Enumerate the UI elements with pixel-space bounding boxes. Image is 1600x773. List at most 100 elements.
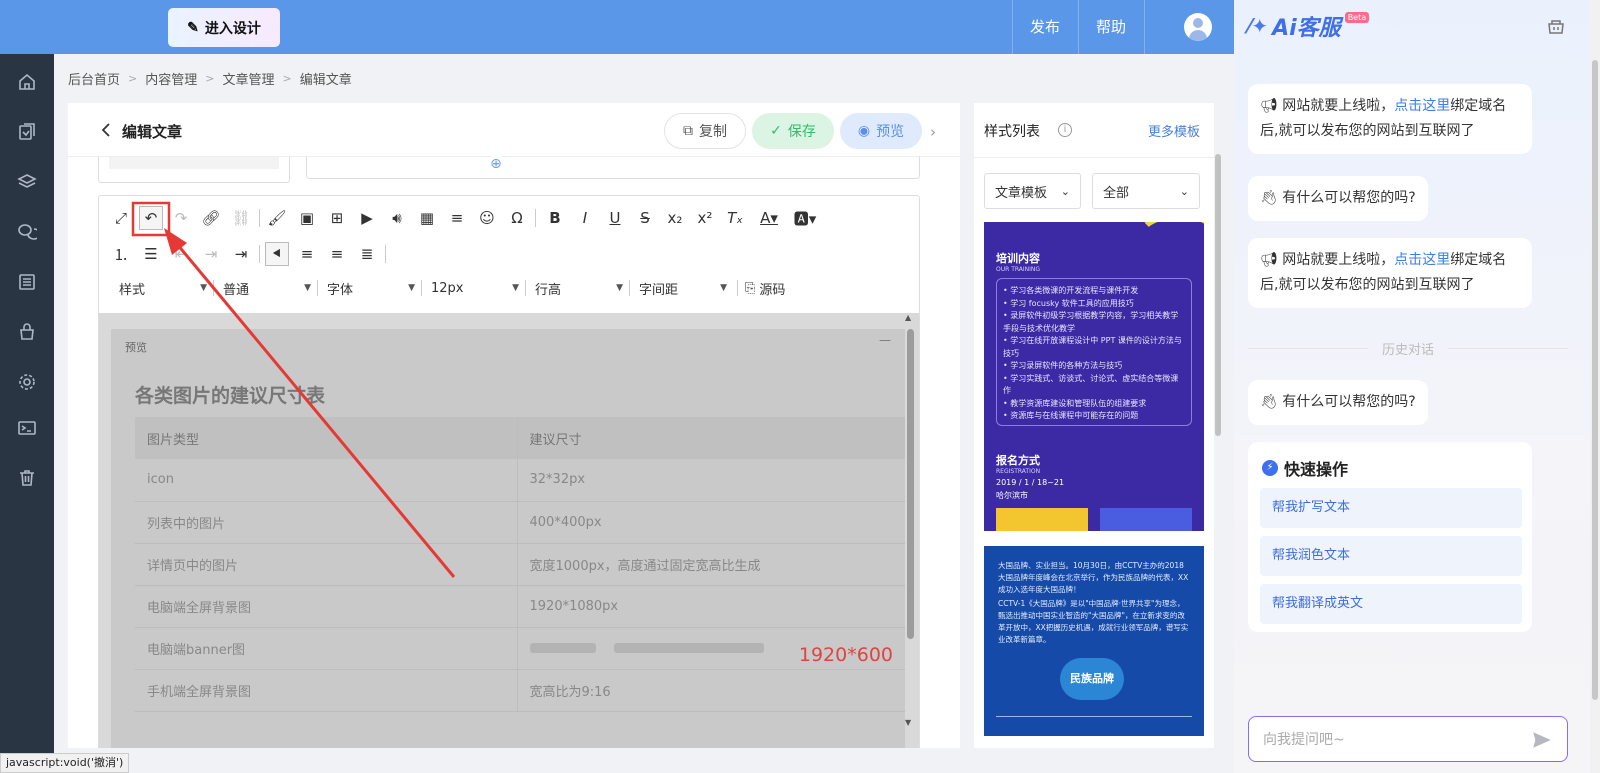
quick-action-translate[interactable]: 帮我翻译成英文 (1260, 584, 1522, 624)
clear-format-icon[interactable]: Tₓ (723, 206, 747, 230)
template-card-training[interactable]: 培训内容 OUR TRAINING • 学习各类微课的开发流程与课件开发 • 学… (984, 222, 1204, 531)
more-templates-link[interactable]: 更多模板 (1148, 121, 1200, 140)
subscript-icon[interactable]: x₂ (663, 206, 687, 230)
cover-field[interactable] (98, 157, 290, 183)
indent-icon[interactable]: ⇥ (229, 242, 253, 266)
audio-icon[interactable]: 🔊︎ (385, 206, 409, 230)
video-icon[interactable]: ▶ (355, 206, 379, 230)
align-center-icon[interactable]: ≡ (295, 242, 319, 266)
chat-icon[interactable] (17, 222, 37, 242)
breadcrumb-articles[interactable]: 文章管理 (222, 69, 274, 88)
quick-action-expand[interactable]: 帮我扩写文本 (1260, 488, 1522, 528)
chat-message-bot: 📢︎ 网站就要上线啦，点击这里绑定域名后,就可以发布您的网站到互联网了 (1248, 84, 1532, 154)
superscript-icon[interactable]: x² (693, 206, 717, 230)
settings-icon[interactable] (17, 372, 37, 392)
send-icon[interactable] (1531, 729, 1553, 751)
letter-spacing-select[interactable]: 字间距 ▼ (639, 274, 733, 302)
trash-icon[interactable] (17, 468, 37, 488)
chevron-right-icon[interactable]: › (930, 123, 936, 141)
unlink-icon[interactable]: ⛓︎ (229, 206, 253, 230)
special-char-icon[interactable]: Ω (505, 206, 529, 230)
redo-icon[interactable]: ↷ (169, 206, 193, 230)
paragraph-select[interactable]: 普通 ▼ (223, 274, 317, 302)
bold-icon[interactable]: B (543, 206, 567, 230)
font-size-select[interactable]: 12px ▼ (431, 274, 525, 302)
font-family-select[interactable]: 字体 ▼ (327, 274, 421, 302)
table-cell: icon (135, 459, 518, 502)
user-avatar[interactable] (1184, 13, 1212, 41)
font-family-select-value: 字体 (327, 282, 354, 298)
font-color-icon[interactable]: A▾ (757, 206, 781, 230)
ai-question-input[interactable] (1263, 729, 1513, 751)
terminal-icon[interactable] (17, 418, 37, 438)
back-icon[interactable] (96, 120, 116, 140)
underline-icon[interactable]: U (603, 206, 627, 230)
emoji-icon[interactable]: ☺ (475, 206, 499, 230)
breadcrumb-content[interactable]: 内容管理 (145, 69, 197, 88)
breadcrumb-home[interactable]: 后台首页 (68, 69, 120, 88)
horizontal-rule-icon[interactable]: ≡ (445, 206, 469, 230)
blurred-text (529, 643, 596, 653)
preview-button[interactable]: ◉ 预览 (840, 113, 922, 149)
editor-scrollbar[interactable]: ▲ ▼ (904, 313, 916, 727)
link-icon[interactable]: 🔗︎ (199, 206, 223, 230)
align-right-icon[interactable]: ≡ (325, 242, 349, 266)
align-justify-icon[interactable]: ≣ (355, 242, 379, 266)
copy-icon: ⧉ (683, 123, 693, 139)
style-panel-scrollbar[interactable] (1214, 154, 1222, 748)
summary-field[interactable] (306, 157, 920, 179)
bind-domain-link[interactable]: 点击这里 (1394, 252, 1450, 268)
copy-button[interactable]: ⧉ 复制 (664, 113, 746, 149)
top-header: ✎ 进入设计 发布 帮助 (0, 0, 1234, 54)
list-icon[interactable] (17, 272, 37, 292)
undo-icon[interactable]: ↶ (139, 206, 163, 230)
save-button[interactable]: ✓ 保存 (752, 113, 834, 149)
toolbar-divider (259, 245, 260, 263)
layers-icon[interactable] (17, 172, 37, 192)
format-painter-icon[interactable]: 🖌︎ (265, 206, 289, 230)
style-select[interactable]: 样式 ▼ (119, 274, 213, 302)
toolbar-divider (421, 280, 422, 296)
shop-icon[interactable] (17, 322, 37, 342)
source-code-button[interactable]: ⎘ 源码 (745, 274, 805, 302)
table-icon[interactable]: ▦ (415, 206, 439, 230)
italic-icon[interactable]: I (573, 206, 597, 230)
publish-link[interactable]: 发布 (1012, 0, 1078, 54)
quick-action-polish[interactable]: 帮我润色文本 (1260, 536, 1522, 576)
bind-domain-link[interactable]: 点击这里 (1394, 98, 1450, 114)
background-color-icon[interactable]: 🅰︎▾ (793, 206, 817, 230)
line-height-select[interactable]: 行高 ▼ (535, 274, 629, 302)
source-code-label: 源码 (759, 282, 786, 298)
template-scope-select[interactable]: 全部 ⌄ (1092, 173, 1200, 209)
indent-left-icon[interactable]: ⇥ (199, 242, 223, 266)
home-icon[interactable] (17, 72, 37, 92)
scroll-up-icon[interactable]: ▲ (905, 313, 911, 322)
style-list-title: 样式列表 (984, 124, 1040, 140)
editor-content[interactable]: 预览 — 各类图片的建议尺寸表 图片类型 建议尺寸 icon 32*32px 列表… (98, 313, 920, 748)
ai-panel-scrollbar[interactable] (1590, 0, 1600, 773)
strikethrough-icon[interactable]: S (633, 206, 657, 230)
table-header-cell: 图片类型 (135, 417, 518, 459)
help-link[interactable]: 帮助 (1078, 0, 1144, 54)
wave-hand-icon: 👋︎ (1260, 394, 1278, 410)
unordered-list-icon[interactable]: ☰ (139, 242, 163, 266)
scroll-down-icon[interactable]: ▼ (905, 718, 911, 727)
chat-message-bot: 📢︎ 网站就要上线啦，点击这里绑定域名后,就可以发布您的网站到互联网了 (1248, 238, 1532, 308)
clear-history-icon[interactable] (1546, 16, 1566, 36)
ordered-list-icon[interactable]: ⒈ (109, 242, 133, 266)
template-card-brand[interactable]: 大国品牌、实业担当。10月30日，由CCTV主办的2018大国品牌年度峰会在北京… (984, 546, 1204, 736)
pages-icon[interactable] (17, 122, 37, 142)
enter-design-button[interactable]: ✎ 进入设计 (168, 8, 280, 47)
info-icon[interactable]: i (1058, 123, 1072, 137)
gallery-icon[interactable]: ⊞ (325, 206, 349, 230)
outdent-icon[interactable]: ⇤ (169, 242, 193, 266)
globe-icon[interactable]: ⊕ (487, 155, 505, 173)
fullscreen-icon[interactable]: ⤢ (109, 206, 133, 230)
align-left-icon[interactable]: ⯇ (265, 242, 289, 266)
minimize-icon[interactable]: — (879, 333, 891, 347)
template-type-select[interactable]: 文章模板 ⌄ (984, 173, 1081, 209)
style-list-panel: 样式列表 i 更多模板 文章模板 ⌄ 全部 ⌄ 培训内容 OUR TRAINING … (974, 103, 1214, 748)
save-label: 保存 (787, 124, 816, 140)
image-icon[interactable]: ▣ (295, 206, 319, 230)
template-scope-value: 全部 (1103, 185, 1130, 201)
